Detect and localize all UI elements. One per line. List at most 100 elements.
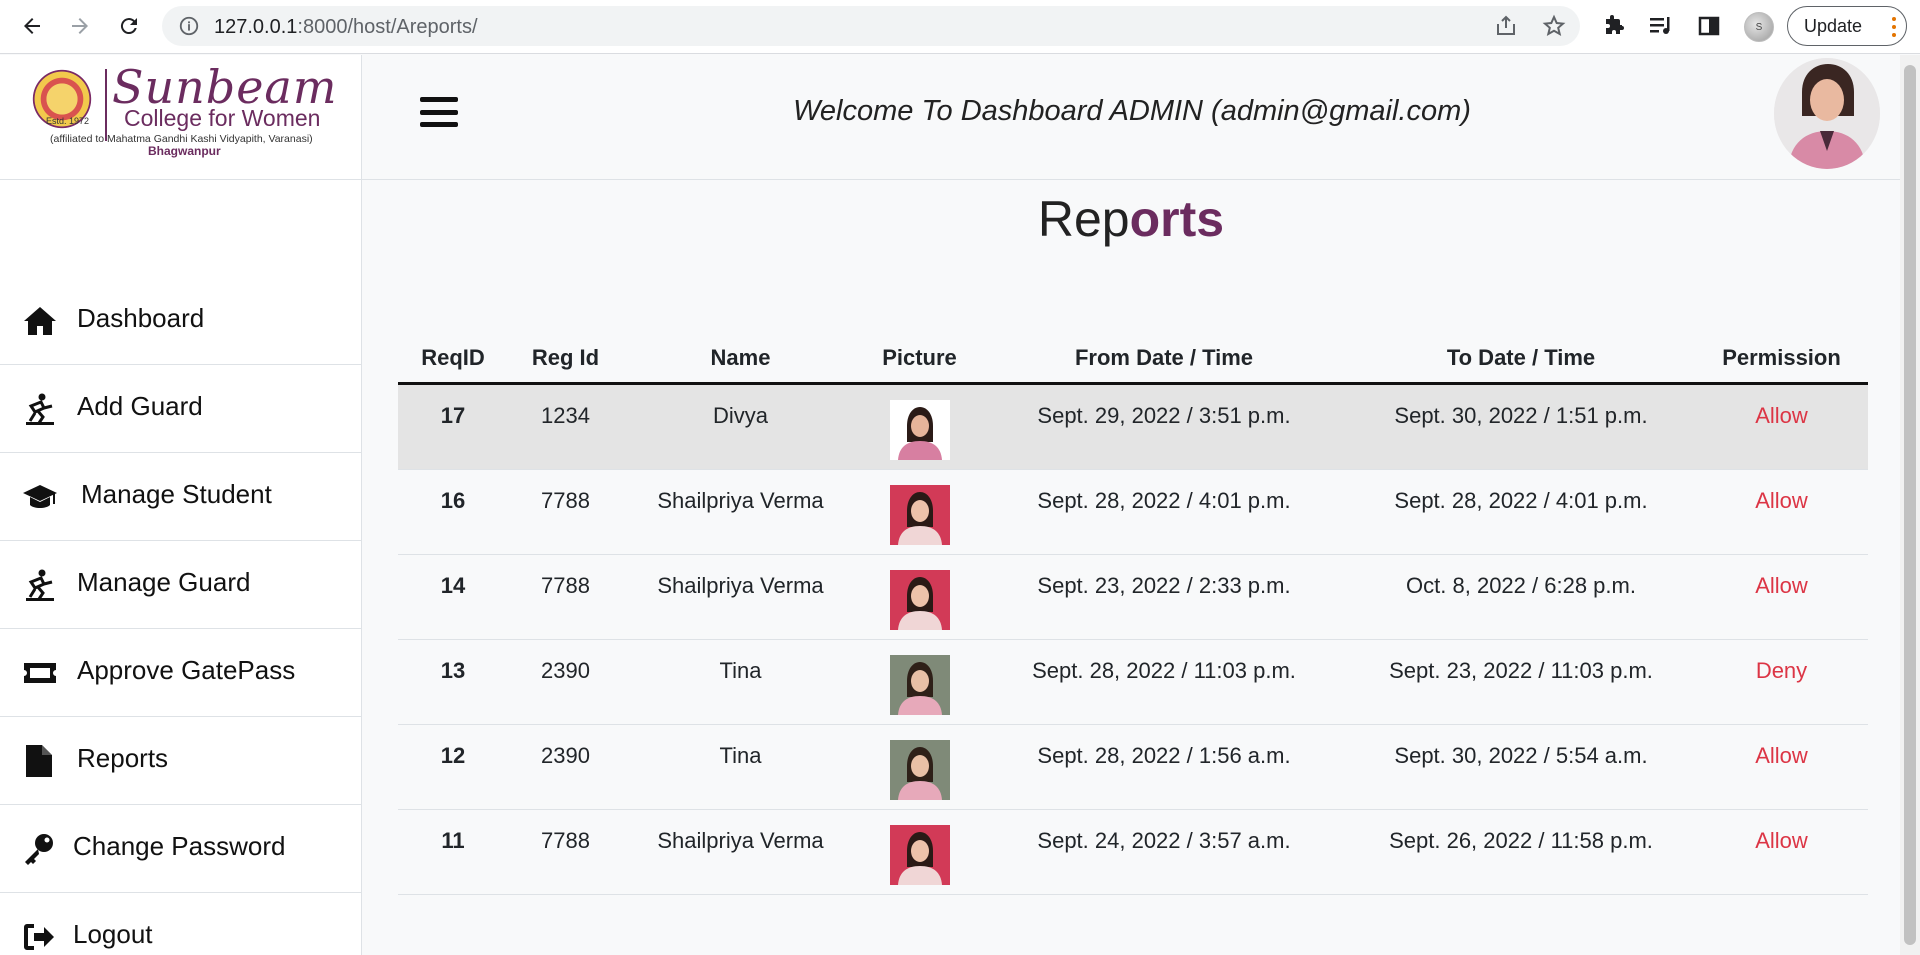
cell-name: Tina xyxy=(719,658,762,683)
side-panel-icon[interactable] xyxy=(1695,12,1723,40)
update-button[interactable]: Update xyxy=(1787,6,1907,46)
cell-from: Sept. 24, 2022 / 3:57 a.m. xyxy=(1037,828,1291,853)
page-title-plain: Rep xyxy=(1037,191,1130,247)
table-header: ReqID Reg Id Name Picture From Date / Ti… xyxy=(398,333,1868,385)
table-row[interactable]: 11 7788 Shailpriya Verma Sept. 24, 2022 … xyxy=(398,810,1868,895)
cell-regid: 7788 xyxy=(541,573,590,598)
url-path: :8000/host/Areports/ xyxy=(297,16,478,38)
cell-regid: 2390 xyxy=(541,658,590,683)
cell-reqid: 16 xyxy=(440,488,466,513)
sidebar-item-manage-student[interactable]: Manage Student xyxy=(0,453,362,541)
back-button[interactable] xyxy=(14,8,50,44)
page-title: Reports xyxy=(362,190,1900,248)
logo-place: Bhagwanpur xyxy=(148,144,221,158)
table-row[interactable]: 16 7788 Shailpriya Verma Sept. 28, 2022 … xyxy=(398,470,1868,555)
cell-picture xyxy=(858,385,981,469)
bookmark-star-icon[interactable] xyxy=(1542,14,1566,38)
cell-regid: 1234 xyxy=(541,403,590,428)
cell-picture xyxy=(858,555,981,639)
column-header-from: From Date / Time xyxy=(1074,344,1254,370)
sidebar-item-label: Change Password xyxy=(73,831,286,861)
reports-table: ReqID Reg Id Name Picture From Date / Ti… xyxy=(398,333,1868,895)
sign-out-icon xyxy=(24,924,54,950)
sidebar-item-label: Reports xyxy=(77,743,169,773)
welcome-message: Welcome To Dashboard ADMIN (admin@gmail.… xyxy=(793,95,1471,127)
student-photo-shailpriya[interactable] xyxy=(889,570,950,630)
cell-regid: 7788 xyxy=(541,828,590,853)
sidebar-item-approve-gatepass[interactable]: Approve GatePass xyxy=(0,629,362,717)
cell-permission: Allow xyxy=(1755,743,1808,768)
column-header-reqid: ReqID xyxy=(421,344,485,370)
cell-from: Sept. 28, 2022 / 4:01 p.m. xyxy=(1037,488,1291,513)
admin-photo xyxy=(1774,58,1880,169)
student-photo-shailpriya[interactable] xyxy=(889,485,950,545)
table-row[interactable]: 17 1234 Divya Sept. 29, 2022 / 3:51 p.m.… xyxy=(398,385,1868,470)
sidebar-item-add-guard[interactable]: Add Guard xyxy=(0,365,362,453)
column-header-permission: Permission xyxy=(1722,344,1841,370)
reload-button[interactable] xyxy=(111,8,147,44)
logo-estd: Estd. 1972 xyxy=(46,116,90,126)
sidebar-item-label: Approve GatePass xyxy=(77,655,296,685)
cell-permission: Deny xyxy=(1755,658,1808,683)
cell-reqid: 17 xyxy=(440,403,466,428)
cell-from: Sept. 23, 2022 / 2:33 p.m. xyxy=(1037,573,1291,598)
page-scrollbar[interactable] xyxy=(1900,55,1920,955)
scrollbar-thumb[interactable] xyxy=(1904,65,1916,945)
key-icon xyxy=(25,834,53,865)
cell-name: Shailpriya Verma xyxy=(657,488,824,513)
sidebar-item-reports[interactable]: Reports xyxy=(0,717,362,805)
cell-reqid: 11 xyxy=(441,828,465,853)
cell-to: Sept. 30, 2022 / 5:54 a.m. xyxy=(1394,743,1648,768)
graduation-cap-icon xyxy=(23,485,57,508)
logo-subtitle: College for Women xyxy=(124,105,321,131)
student-photo-tina[interactable] xyxy=(889,655,950,715)
column-header-regid: Reg Id xyxy=(531,344,600,370)
forward-arrow-icon xyxy=(72,18,88,34)
cell-regid: 2390 xyxy=(541,743,590,768)
table-row[interactable]: 13 2390 Tina Sept. 28, 2022 / 11:03 p.m.… xyxy=(398,640,1868,725)
extensions-icon[interactable] xyxy=(1600,12,1628,40)
table-row[interactable]: 12 2390 Tina Sept. 28, 2022 / 1:56 a.m. … xyxy=(398,725,1868,810)
update-label: Update xyxy=(1804,15,1863,36)
cell-to: Sept. 30, 2022 / 1:51 p.m. xyxy=(1394,403,1648,428)
cell-picture xyxy=(858,640,981,724)
admin-avatar[interactable] xyxy=(1774,58,1880,169)
forward-button[interactable] xyxy=(62,8,98,44)
sidebar-item-dashboard[interactable]: Dashboard xyxy=(0,277,362,365)
sidebar-item-label: Dashboard xyxy=(77,303,205,333)
column-header-to: To Date / Time xyxy=(1446,344,1596,370)
page-title-accent: orts xyxy=(1129,191,1225,247)
sidebar-item-label: Manage Student xyxy=(81,479,272,509)
profile-avatar[interactable]: S xyxy=(1744,12,1774,42)
cell-name: Shailpriya Verma xyxy=(657,573,824,598)
file-icon xyxy=(26,745,52,777)
reload-icon xyxy=(120,18,137,35)
sidebar-item-logout[interactable]: Logout xyxy=(0,893,362,955)
url-text[interactable]: 127.0.0.1:8000/host/Areports/ xyxy=(214,16,478,39)
table-row[interactable]: 14 7788 Shailpriya Verma Sept. 23, 2022 … xyxy=(398,555,1868,640)
sidebar-item-label: Manage Guard xyxy=(77,567,251,597)
cell-permission: Allow xyxy=(1755,488,1808,513)
media-control-icon[interactable] xyxy=(1647,12,1675,40)
guard-icon xyxy=(26,393,54,425)
address-bar[interactable]: 127.0.0.1:8000/host/Areports/ xyxy=(162,6,1580,46)
cell-reqid: 13 xyxy=(440,658,466,683)
sidebar: Estd. 1972 Sunbeam College for Women (af… xyxy=(0,55,362,955)
cell-reqid: 12 xyxy=(440,743,466,768)
top-header: Welcome To Dashboard ADMIN (admin@gmail.… xyxy=(362,55,1900,180)
student-photo-divya[interactable] xyxy=(889,400,950,460)
sidebar-item-change-password[interactable]: Change Password xyxy=(0,805,362,893)
cell-permission: Allow xyxy=(1755,403,1808,428)
student-photo-shailpriya[interactable] xyxy=(889,825,950,885)
cell-picture xyxy=(858,470,981,554)
student-photo-tina[interactable] xyxy=(889,740,950,800)
cell-to: Sept. 28, 2022 / 4:01 p.m. xyxy=(1394,488,1648,513)
cell-name: Tina xyxy=(719,743,762,768)
sidebar-item-manage-guard[interactable]: Manage Guard xyxy=(0,541,362,629)
share-icon[interactable] xyxy=(1494,14,1518,38)
column-header-picture: Picture xyxy=(882,344,957,370)
home-icon xyxy=(24,307,56,335)
more-menu-icon[interactable] xyxy=(1892,17,1896,37)
site-info-icon[interactable] xyxy=(178,15,200,37)
college-logo[interactable]: Estd. 1972 Sunbeam College for Women (af… xyxy=(0,55,362,180)
